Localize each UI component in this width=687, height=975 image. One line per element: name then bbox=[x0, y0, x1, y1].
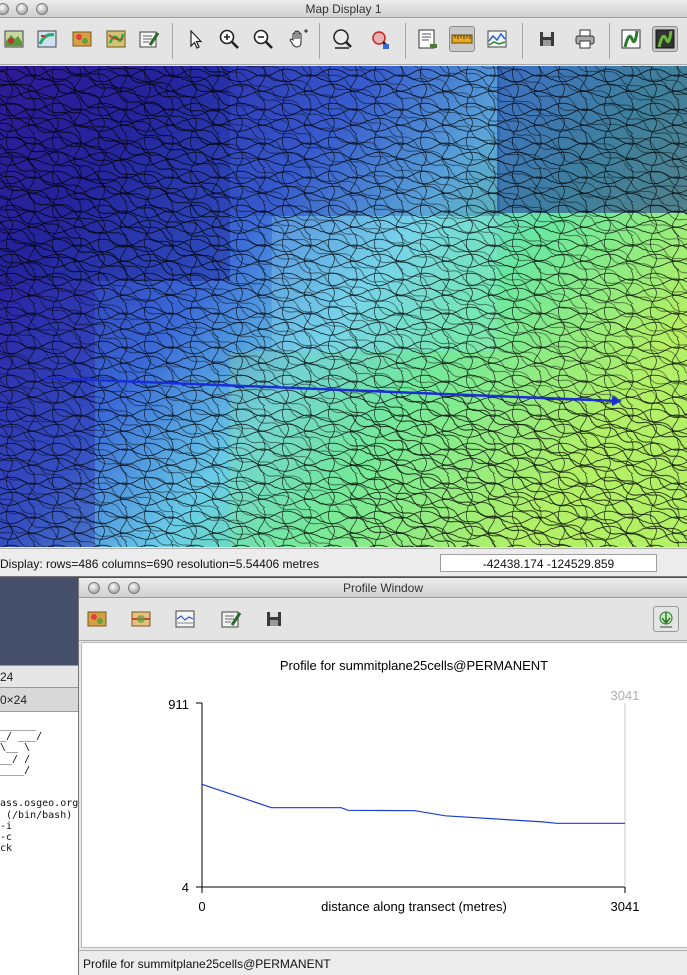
options-icon bbox=[221, 611, 242, 628]
zoom-out-button[interactable] bbox=[250, 26, 276, 52]
query-icon bbox=[372, 31, 389, 49]
pointer-icon bbox=[190, 29, 203, 49]
profile-chart-icon bbox=[175, 610, 195, 628]
map-grid-2-icon bbox=[655, 29, 675, 49]
transect-icon bbox=[131, 611, 151, 627]
profile-options-button[interactable] bbox=[218, 606, 244, 632]
zoom-out-icon bbox=[253, 29, 273, 49]
y-tick-label-min: 4 bbox=[182, 880, 189, 895]
map-statusbar: Display: rows=486 columns=690 resolution… bbox=[0, 548, 687, 576]
map-status-text: Display: rows=486 columns=690 resolution… bbox=[0, 557, 320, 571]
terminal-tab-1[interactable]: 24 bbox=[0, 665, 80, 688]
query-button[interactable] bbox=[367, 26, 393, 52]
terminal-line: -c bbox=[0, 832, 13, 844]
profile-window-title: Profile Window bbox=[342, 581, 424, 595]
terminal-line: __/ / bbox=[0, 753, 31, 765]
profile-button[interactable] bbox=[484, 26, 510, 52]
profile-draw-button[interactable] bbox=[172, 606, 198, 632]
y-tick-label-max: 911 bbox=[168, 697, 189, 712]
profile-status-text: Profile for summitplane25cells@PERMANENT bbox=[83, 957, 331, 971]
zoom-in-button[interactable] bbox=[216, 26, 242, 52]
terminal-line: (/bin/bash) bbox=[0, 809, 73, 821]
profile-chart[interactable]: Profile for summitplane25cells@PERMANENT… bbox=[82, 643, 687, 947]
pointer-button[interactable] bbox=[182, 26, 208, 52]
save-icon bbox=[267, 612, 281, 626]
profile-chart-panel: Profile for summitplane25cells@PERMANENT… bbox=[81, 642, 687, 948]
chart-corner-label: 3041 bbox=[611, 688, 640, 703]
overlay-icon bbox=[37, 30, 57, 48]
analyze-button[interactable] bbox=[415, 26, 441, 52]
terminal-line: ck bbox=[0, 843, 13, 855]
display-map-button[interactable] bbox=[1, 26, 27, 52]
profile-save-button[interactable] bbox=[261, 606, 287, 632]
terminal-line: ______ bbox=[0, 720, 37, 731]
x-tick-label-max: 3041 bbox=[611, 899, 640, 914]
zoom-region-button[interactable] bbox=[329, 26, 355, 52]
profile-toolbar bbox=[79, 599, 687, 641]
zoom-in-icon bbox=[219, 29, 239, 49]
terminal-line: \__ \ bbox=[0, 742, 31, 754]
terminal-tab-2[interactable]: 0×24 bbox=[0, 688, 80, 712]
map-tool-2-button[interactable] bbox=[652, 26, 678, 52]
profile-transect-button[interactable] bbox=[128, 606, 154, 632]
pan-button[interactable] bbox=[285, 26, 311, 52]
map-window-title: Map Display 1 bbox=[305, 2, 382, 16]
profile-titlebar[interactable]: Profile Window bbox=[79, 578, 687, 598]
coordinates-display[interactable]: -42438.174 -124529.859 bbox=[440, 554, 657, 572]
profile-series-line bbox=[201, 783, 625, 824]
map-titlebar[interactable]: Map Display 1 bbox=[0, 0, 687, 18]
map-tool-button[interactable] bbox=[618, 26, 644, 52]
save-display-button[interactable] bbox=[534, 26, 560, 52]
profile-statusbar: Profile for summitplane25cells@PERMANENT bbox=[79, 950, 687, 975]
print-button[interactable] bbox=[572, 26, 598, 52]
ruler-icon bbox=[451, 34, 473, 44]
overlay-button[interactable] bbox=[34, 26, 60, 52]
terminal-line: _/ ___/ bbox=[0, 731, 43, 743]
printer-icon bbox=[575, 29, 595, 49]
raster-icon bbox=[72, 31, 92, 47]
terminal-window: 24 0×24 ______ _/ ___/\__ \ __/ / ____/ ass… bbox=[0, 575, 80, 975]
chart-title: Profile for summitplane25cells@PERMANENT bbox=[280, 658, 548, 673]
profile-window: Profile Window Profile for summitplane25… bbox=[78, 578, 687, 975]
analyze-icon bbox=[418, 29, 437, 49]
profile-raster-button[interactable] bbox=[84, 606, 110, 632]
terminal-line: ____/ bbox=[0, 764, 31, 776]
add-vector-button[interactable] bbox=[103, 26, 129, 52]
map-grid-icon bbox=[621, 29, 641, 49]
pan-hand-icon bbox=[289, 29, 308, 48]
profile-chart-icon bbox=[487, 30, 507, 48]
exit-icon bbox=[659, 611, 673, 628]
measure-button[interactable] bbox=[449, 26, 475, 52]
x-tick-label-min: 0 bbox=[198, 899, 205, 914]
save-icon bbox=[540, 32, 554, 46]
map-canvas[interactable] bbox=[0, 66, 687, 547]
terminal-output[interactable]: ______ _/ ___/\__ \ __/ / ____/ ass.osgeo.o… bbox=[0, 712, 80, 975]
vector-icon bbox=[106, 30, 126, 48]
add-raster-button[interactable] bbox=[69, 26, 95, 52]
layer-manager-icon bbox=[139, 31, 160, 48]
profile-quit-button[interactable] bbox=[653, 606, 679, 632]
x-axis-label: distance along transect (metres) bbox=[321, 899, 507, 914]
display-map-icon bbox=[4, 30, 24, 48]
terminal-line: ass.osgeo.org/ bbox=[0, 798, 80, 810]
raster-icon bbox=[87, 611, 107, 627]
map-display-window: Map Display 1 Display: rows=486 columns=… bbox=[0, 0, 687, 577]
terminal-line: -i bbox=[0, 820, 13, 832]
layer-manager-button[interactable] bbox=[136, 26, 162, 52]
zoom-region-icon bbox=[333, 29, 352, 49]
map-toolbar bbox=[0, 19, 687, 65]
